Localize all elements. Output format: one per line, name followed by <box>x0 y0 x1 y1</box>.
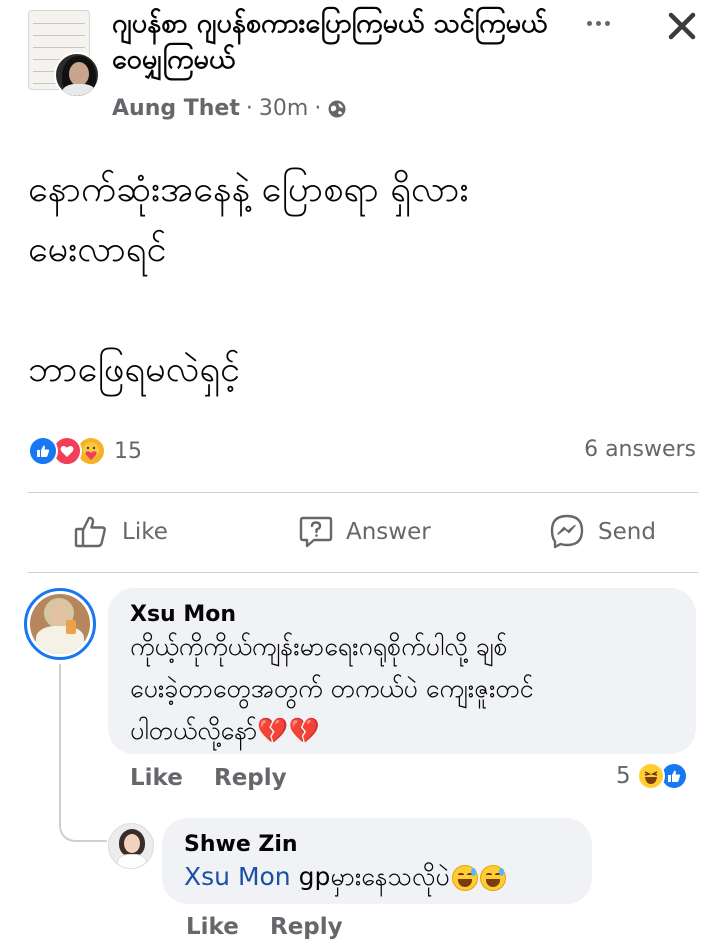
globe-icon <box>327 99 347 119</box>
reply-reply-button[interactable]: Reply <box>270 914 343 940</box>
haha-reaction-icon <box>636 762 665 790</box>
answer-button[interactable]: Answer <box>298 512 431 552</box>
messenger-icon <box>548 513 586 551</box>
sweat-smile-emoji <box>479 865 506 891</box>
post-text-line: နောက်ဆုံးအနေနဲ့ ပြောစရာ ရှိလား <box>28 169 469 210</box>
comment-reaction-count: 5 <box>616 763 631 789</box>
author-avatar[interactable] <box>54 52 100 98</box>
divider <box>28 572 698 573</box>
reply-thread-line <box>59 664 107 842</box>
comment-reactions[interactable]: 5 <box>616 762 688 790</box>
close-icon[interactable] <box>662 6 702 46</box>
comment-bubble: Xsu Mon ကိုယ့်ကိုကိုယ်ကျန်းမာရေးဂရုစိုက်… <box>108 588 696 754</box>
post-header: ဂျပန်စာ ဂျပန်စကားပြောကြမယ် သင်ကြမယ် ဝေမျ… <box>0 0 720 130</box>
meta-separator: · <box>245 96 253 121</box>
post-time[interactable]: 30m <box>259 96 308 121</box>
commenter-avatar[interactable] <box>24 588 96 660</box>
thumbs-up-icon <box>72 513 110 551</box>
mention-link[interactable]: Xsu Mon <box>184 862 291 891</box>
sweat-smile-emoji <box>451 865 478 891</box>
like-reaction-icon <box>28 436 58 466</box>
more-options-icon[interactable] <box>580 8 616 38</box>
broken-heart-emoji: 💔💔 <box>257 716 320 745</box>
like-button[interactable]: Like <box>72 512 168 552</box>
send-button[interactable]: Send <box>548 512 656 552</box>
commenter-name[interactable]: Xsu Mon <box>130 602 236 627</box>
reply-bubble: Shwe Zin Xsu Mon gpမှားနေသလိုပဲ <box>162 818 592 904</box>
reply-text: Xsu Mon gpမှားနေသလိုပဲ <box>184 856 584 898</box>
reply-text-body: gpမှားနေသလိုပဲ <box>290 862 450 891</box>
post-text-line: ဘာဖြေရမလဲရှင့် <box>28 349 240 390</box>
meta-separator-2: · <box>314 96 322 121</box>
replier-avatar[interactable] <box>108 823 154 869</box>
comment-like-button[interactable]: Like <box>130 765 183 791</box>
post-body: နောက်ဆုံးအနေနဲ့ ပြောစရာ ရှိလား မေးလာရင် … <box>28 160 698 400</box>
reply-like-button[interactable]: Like <box>186 914 239 940</box>
answer-label: Answer <box>346 519 431 545</box>
reaction-summary[interactable]: 15 <box>28 436 142 466</box>
comment-text-line: ပါတယ်လို့နော်💔💔 <box>130 716 320 745</box>
group-name[interactable]: ဂျပန်စာ ဂျပန်စကားပြောကြမယ် သင်ကြမယ် ဝေမျ… <box>112 6 572 78</box>
author-name[interactable]: Aung Thet <box>112 96 240 121</box>
divider <box>28 492 698 493</box>
comment-text-line: ပေးခဲ့တာတွေအတွက် တကယ်ပဲ ကျေးဇူးတင် <box>130 674 534 703</box>
answers-count[interactable]: 6 answers <box>584 437 696 462</box>
replier-name[interactable]: Shwe Zin <box>184 832 298 857</box>
send-label: Send <box>598 519 656 545</box>
post-meta: Aung Thet · 30m · <box>112 96 347 121</box>
comment-text: ကိုယ့်ကိုကိုယ်ကျန်းမာရေးဂရုစိုက်ပါလို့ ခ… <box>130 626 690 752</box>
comment-text-line: ကိုယ့်ကိုကိုယ်ကျန်းမာရေးဂရုစိုက်ပါလို့ ခ… <box>130 632 508 661</box>
comment-reply-button[interactable]: Reply <box>214 765 287 791</box>
question-bubble-icon <box>298 514 334 550</box>
like-label: Like <box>122 519 168 545</box>
post-text-line: မေးလာရင် <box>28 229 167 270</box>
reaction-count: 15 <box>114 438 142 464</box>
